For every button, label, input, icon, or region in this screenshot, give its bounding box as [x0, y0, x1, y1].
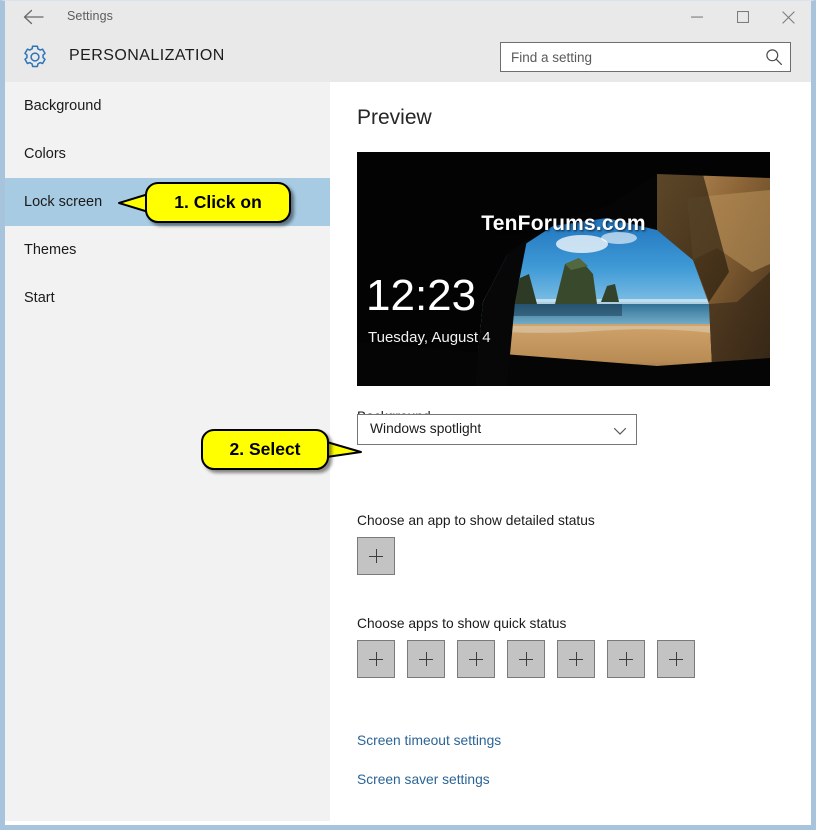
add-quick-status-app-button[interactable]: [557, 640, 595, 678]
sidebar-item-label: Colors: [24, 146, 66, 162]
add-quick-status-app-button[interactable]: [407, 640, 445, 678]
sidebar-item-label: Themes: [24, 242, 77, 258]
sidebar-item-background[interactable]: Background: [5, 82, 330, 130]
screen-saver-settings-link[interactable]: Screen saver settings: [357, 772, 490, 787]
search-box[interactable]: [500, 42, 791, 72]
back-button[interactable]: [11, 1, 56, 33]
preview-heading: Preview: [357, 106, 432, 129]
callout-click-on-label: 1. Click on: [145, 182, 291, 223]
page-header: PERSONALIZATION: [5, 33, 811, 82]
detailed-status-label: Choose an app to show detailed status: [357, 513, 595, 528]
gear-icon: [21, 43, 49, 71]
sidebar-item-themes[interactable]: Themes: [5, 226, 330, 274]
close-button[interactable]: [766, 1, 811, 33]
add-detailed-status-app-button[interactable]: [357, 537, 395, 575]
search-input[interactable]: [501, 43, 759, 71]
sidebar-item-start[interactable]: Start: [5, 274, 330, 322]
callout-click-on: 1. Click on: [111, 182, 291, 226]
sidebar-item-label: Lock screen: [24, 194, 103, 210]
quick-status-label: Choose apps to show quick status: [357, 616, 567, 631]
lock-screen-preview: TenForums.com 12:23 Tuesday, August 4: [357, 152, 770, 386]
minimize-button[interactable]: [674, 1, 719, 33]
callout-select-label: 2. Select: [201, 429, 329, 470]
sidebar-item-colors[interactable]: Colors: [5, 130, 330, 178]
content-pane: Preview TenForums.com 12:23 Tuesday, Aug…: [330, 82, 811, 821]
sidebar-item-label: Background: [24, 98, 102, 114]
close-icon: [782, 10, 795, 24]
add-quick-status-app-button[interactable]: [657, 640, 695, 678]
add-quick-status-app-button[interactable]: [357, 640, 395, 678]
lock-screen-clock: 12:23: [366, 271, 477, 320]
screen-timeout-settings-link[interactable]: Screen timeout settings: [357, 733, 501, 748]
page-title: PERSONALIZATION: [69, 47, 225, 64]
background-select-value: Windows spotlight: [370, 421, 482, 436]
watermark-text: TenForums.com: [481, 212, 646, 235]
chevron-down-icon: [613, 424, 627, 438]
search-icon[interactable]: [765, 48, 783, 66]
lock-screen-wallpaper: [357, 152, 770, 386]
maximize-icon: [736, 11, 749, 23]
add-quick-status-app-button[interactable]: [457, 640, 495, 678]
title-bar: Settings: [5, 1, 811, 33]
back-arrow-icon: [23, 9, 44, 25]
add-quick-status-app-button[interactable]: [607, 640, 645, 678]
maximize-button[interactable]: [720, 1, 765, 33]
callout-select: 2. Select: [201, 429, 367, 473]
window-title: Settings: [67, 9, 113, 23]
add-quick-status-app-button[interactable]: [507, 640, 545, 678]
minimize-icon: [690, 16, 703, 18]
lock-screen-date: Tuesday, August 4: [368, 329, 491, 346]
background-select[interactable]: Windows spotlight: [357, 414, 637, 445]
sidebar-item-label: Start: [24, 290, 55, 306]
settings-window: Settings PERSONALIZATION Find a setting …: [0, 0, 816, 830]
